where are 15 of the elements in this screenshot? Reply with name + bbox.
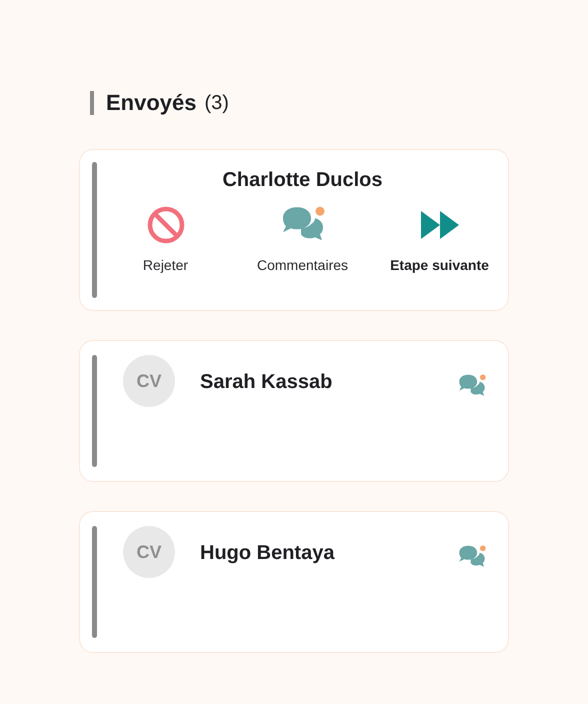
action-button[interactable]: Rejeter	[97, 205, 234, 276]
avatar: CV	[123, 355, 175, 407]
action-button[interactable]: Commentaires	[234, 205, 371, 276]
candidate-card[interactable]: Charlotte Duclos Rejeter Commentaires Etape suivante	[79, 149, 509, 311]
fast-forward-icon	[420, 209, 460, 241]
candidate-name: Sarah Kassab	[200, 370, 334, 395]
section-count: (3)	[204, 90, 229, 116]
avatar: CV	[123, 526, 175, 578]
candidate-card[interactable]: CV Sarah Kassab	[79, 340, 509, 482]
prohibited-icon	[146, 205, 186, 245]
candidate-name: Charlotte Duclos	[222, 168, 383, 193]
section-title: Envoyés	[106, 89, 196, 117]
action-button[interactable]: Etape suivante	[371, 205, 508, 276]
candidate-card[interactable]: CV Hugo Bentaya	[79, 511, 509, 653]
candidate-name: Hugo Bentaya	[200, 541, 336, 566]
